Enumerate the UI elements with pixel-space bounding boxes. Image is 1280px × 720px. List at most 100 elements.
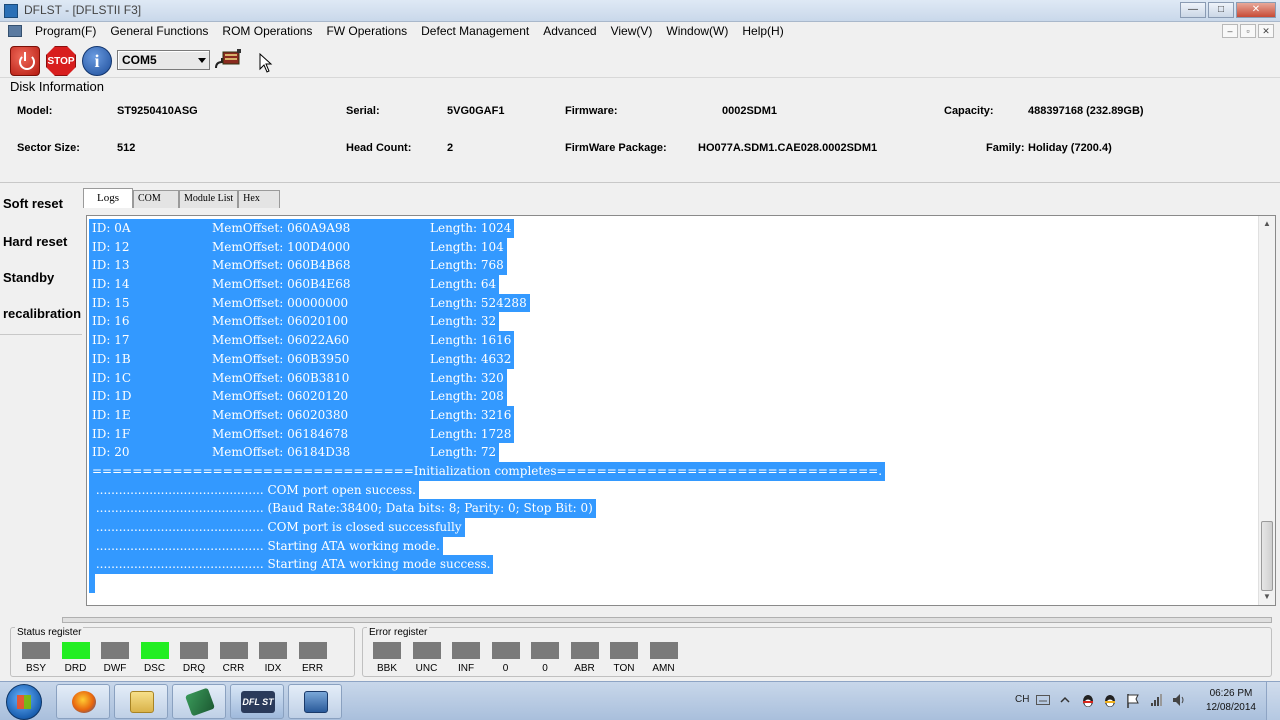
menu-item-help-h[interactable]: Help(H) bbox=[735, 22, 790, 40]
recalibration-button[interactable]: recalibration bbox=[3, 306, 81, 321]
tab-module-list[interactable]: Module List bbox=[179, 190, 239, 208]
tab-com[interactable]: COM bbox=[133, 190, 179, 208]
family-value: Holiday (7200.4) bbox=[1028, 142, 1112, 154]
status-register-bit-label: CRR bbox=[222, 663, 245, 674]
log-module-line: ID: 1D MemOffset: 06020120 Length: 208 bbox=[89, 387, 885, 406]
child-window-icon[interactable] bbox=[8, 25, 22, 37]
log-module-length: Length: 768 bbox=[430, 258, 504, 273]
error-register-title: Error register bbox=[367, 627, 430, 638]
log-module-id: ID: 12 bbox=[92, 239, 130, 254]
minimize-button[interactable]: — bbox=[1180, 2, 1206, 18]
log-status-line: ........................................… bbox=[89, 480, 885, 500]
log-selection: ID: 12 MemOffset: 100D4000 Length: 104 bbox=[89, 237, 507, 257]
menu-items: Program(F) General Functions ROM Operation… bbox=[28, 22, 791, 40]
log-status-text: ........................................… bbox=[89, 499, 596, 518]
menu-item-fw-operations[interactable]: FW Operations bbox=[319, 22, 414, 40]
qq-icon[interactable] bbox=[1080, 693, 1096, 709]
menu-item-advanced[interactable]: Advanced bbox=[536, 22, 603, 40]
log-scrollbar[interactable]: ▲ ▼ bbox=[1258, 216, 1275, 605]
log-module-line: ID: 20 MemOffset: 06184D38 Length: 72 bbox=[89, 443, 885, 462]
log-module-id: ID: 1B bbox=[92, 351, 131, 366]
log-status-text: ........................................… bbox=[89, 480, 419, 500]
error-register-bit-indicator bbox=[610, 642, 638, 659]
com-port-select[interactable]: COM5 bbox=[117, 50, 210, 70]
log-module-line: ID: 16 MemOffset: 06020100 Length: 32 bbox=[89, 312, 885, 332]
menu-item-program-f[interactable]: Program(F) bbox=[28, 22, 103, 40]
app-icon bbox=[4, 4, 18, 18]
status-register-bit-label: DSC bbox=[143, 663, 166, 674]
network-icon[interactable] bbox=[1150, 693, 1164, 707]
log-module-line: ID: 14 MemOffset: 060B4E68 Length: 64 bbox=[89, 275, 885, 294]
error-register-bit-label: TON bbox=[613, 663, 635, 674]
taskbar-dflst[interactable]: DFL ST bbox=[230, 684, 284, 719]
log-module-line: ID: 13 MemOffset: 060B4B68 Length: 768 bbox=[89, 256, 885, 276]
tool-icon bbox=[184, 687, 216, 717]
child-close-button[interactable]: ✕ bbox=[1258, 24, 1274, 38]
log-module-offset: MemOffset: 06184678 bbox=[212, 426, 349, 441]
log-module-id: ID: 20 bbox=[92, 445, 130, 460]
log-module-id: ID: 15 bbox=[92, 295, 130, 310]
status-register-bit-indicator bbox=[101, 642, 129, 659]
mouse-cursor-icon bbox=[259, 53, 273, 73]
menu-bar: Program(F) General Functions ROM Operation… bbox=[0, 22, 1280, 40]
taskbar-firefox[interactable] bbox=[56, 684, 110, 719]
hard-reset-button[interactable]: Hard reset bbox=[3, 234, 67, 249]
power-button[interactable] bbox=[10, 46, 40, 76]
log-module-length: Length: 524288 bbox=[430, 295, 527, 310]
log-module-id: ID: 1E bbox=[92, 407, 131, 422]
menu-item-rom-operations[interactable]: ROM Operations bbox=[215, 22, 319, 40]
info-button[interactable]: i bbox=[82, 46, 112, 76]
scroll-thumb[interactable] bbox=[1261, 521, 1273, 591]
menu-item-window-w[interactable]: Window(W) bbox=[659, 22, 735, 40]
menu-item-view-v[interactable]: View(V) bbox=[604, 22, 660, 40]
title-bar: DFLST - [DFLSTII F3] — □ ✕ bbox=[0, 0, 1280, 22]
log-module-id: ID: 0A bbox=[92, 221, 131, 235]
log-init-text: ================================Initiali… bbox=[89, 461, 886, 481]
log-status-text: ........................................… bbox=[89, 518, 465, 537]
serial-label: Serial: bbox=[346, 105, 380, 117]
taskbar-tool-app[interactable] bbox=[172, 684, 226, 719]
volume-icon[interactable] bbox=[1172, 693, 1186, 707]
log-module-offset: MemOffset: 100D4000 bbox=[212, 239, 351, 254]
status-register-bit-label: DWF bbox=[103, 663, 127, 674]
child-minimize-button[interactable]: – bbox=[1222, 24, 1238, 38]
scroll-up-icon[interactable]: ▲ bbox=[1259, 216, 1275, 232]
log-module-id: ID: 1D bbox=[92, 389, 132, 404]
stop-button[interactable]: STOP bbox=[46, 46, 76, 76]
log-selection: ID: 16 MemOffset: 06020100 Length: 32 bbox=[89, 312, 500, 332]
status-register-bit-label: BSY bbox=[25, 663, 46, 674]
folder-icon bbox=[130, 691, 154, 713]
soft-reset-button[interactable]: Soft reset bbox=[3, 196, 63, 211]
tab-hex[interactable]: Hex bbox=[238, 190, 281, 208]
system-clock[interactable]: 06:26 PM 12/08/2014 bbox=[1206, 687, 1256, 715]
action-center-flag-icon[interactable] bbox=[1126, 693, 1140, 709]
error-register-bit-indicator bbox=[452, 642, 480, 659]
log-output[interactable]: ID: 0A MemOffset: 060A9A98 Length: 1024 ID:… bbox=[86, 215, 1276, 606]
maximize-button[interactable]: □ bbox=[1208, 2, 1234, 18]
close-button[interactable]: ✕ bbox=[1236, 2, 1276, 18]
start-button[interactable] bbox=[6, 684, 42, 720]
qq-icon-2[interactable] bbox=[1102, 693, 1118, 709]
scroll-down-icon[interactable]: ▼ bbox=[1259, 589, 1275, 605]
keyboard-icon[interactable] bbox=[1036, 695, 1050, 705]
taskbar-file-explorer[interactable] bbox=[114, 684, 168, 719]
tab-logs[interactable]: Logs bbox=[83, 188, 133, 208]
menu-item-general-functions[interactable]: General Functions bbox=[103, 22, 215, 40]
log-selection: ID: 14 MemOffset: 060B4E68 Length: 64 bbox=[89, 275, 500, 294]
command-panel: Soft reset Hard reset Standby recalibrat… bbox=[0, 185, 82, 335]
taskbar-computer-app[interactable] bbox=[288, 684, 342, 719]
show-hidden-icons-icon[interactable] bbox=[1060, 695, 1070, 705]
show-desktop-button[interactable] bbox=[1266, 682, 1280, 720]
error-register-bit-indicator bbox=[570, 642, 599, 659]
log-status-text: ........................................… bbox=[89, 536, 443, 556]
input-language[interactable]: CH bbox=[1015, 694, 1029, 705]
log-module-id: ID: 1C bbox=[92, 370, 132, 385]
connect-icon[interactable] bbox=[214, 48, 242, 72]
window-title: DFLST - [DFLSTII F3] bbox=[24, 3, 142, 17]
menu-item-defect-management[interactable]: Defect Management bbox=[414, 22, 536, 40]
status-register-bit-indicator bbox=[61, 642, 90, 659]
log-status-line: ........................................… bbox=[89, 499, 885, 518]
error-register-bit-label: UNC bbox=[415, 663, 438, 674]
child-restore-button[interactable]: ▫ bbox=[1240, 24, 1256, 38]
standby-button[interactable]: Standby bbox=[3, 270, 54, 285]
